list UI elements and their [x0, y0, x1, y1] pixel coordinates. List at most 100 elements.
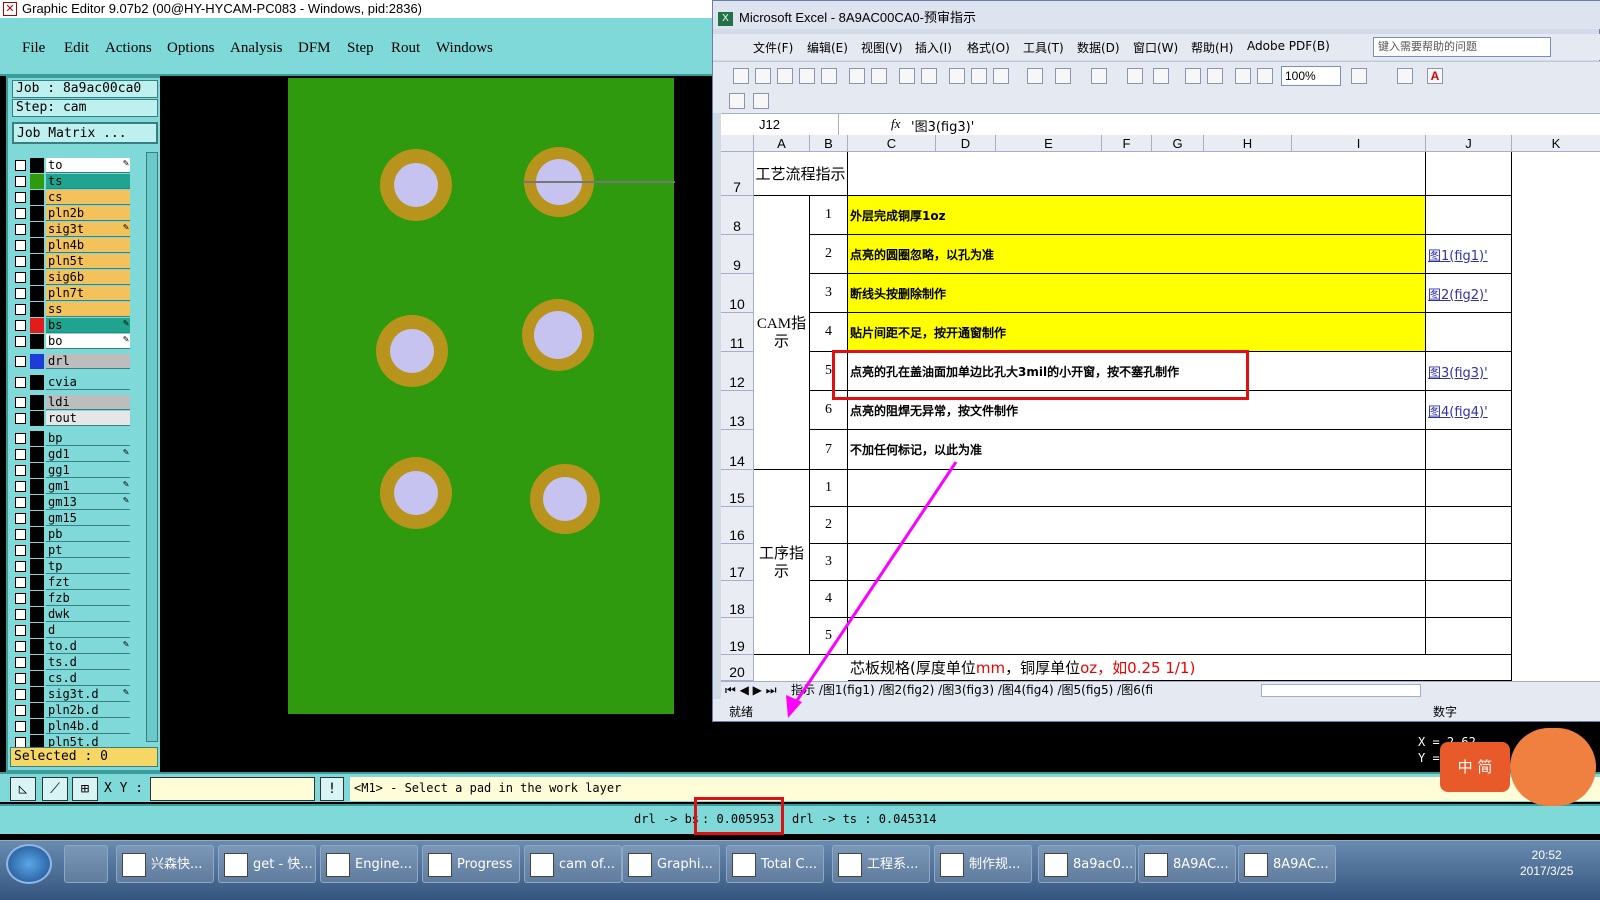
layer-name[interactable]: to — [46, 158, 130, 173]
copy-icon[interactable] — [971, 68, 987, 84]
menu-file[interactable]: File — [22, 40, 45, 57]
pad[interactable] — [522, 299, 594, 371]
layer-row[interactable]: rout — [12, 411, 132, 426]
help-search-input[interactable]: 键入需要帮助的问题 — [1373, 37, 1551, 57]
save-icon[interactable] — [777, 68, 793, 84]
layer-color-swatch[interactable] — [30, 190, 44, 205]
undo-icon[interactable] — [1055, 68, 1071, 84]
row-header[interactable]: 14 — [721, 430, 754, 470]
layer-row[interactable]: ss — [12, 302, 132, 317]
layer-color-swatch[interactable] — [30, 431, 44, 446]
layer-color-swatch[interactable] — [30, 559, 44, 574]
layer-row[interactable]: d — [12, 623, 132, 638]
preview-icon[interactable] — [871, 68, 887, 84]
font-color-icon[interactable]: A — [1427, 68, 1443, 84]
layer-color-swatch[interactable] — [30, 495, 44, 510]
hyperlink-icon[interactable] — [1127, 68, 1143, 84]
layer-name[interactable]: pt — [46, 543, 130, 558]
ime-widget[interactable]: 中 简 — [1436, 728, 1600, 808]
layer-checkbox[interactable] — [15, 449, 26, 460]
layer-color-swatch[interactable] — [30, 591, 44, 606]
row-header[interactable]: 9 — [721, 235, 754, 274]
job-matrix-button[interactable]: Job Matrix ... — [12, 122, 158, 144]
taskbar-item[interactable]: 兴森快... — [116, 845, 214, 883]
zoom-select[interactable]: 100% — [1281, 66, 1341, 86]
layer-checkbox[interactable] — [15, 577, 26, 588]
name-box[interactable]: J12 — [721, 114, 839, 135]
layer-row[interactable]: pt — [12, 543, 132, 558]
menu-window-cn[interactable]: 窗口(W) — [1133, 39, 1178, 56]
taskbar-item[interactable]: get - 快... — [218, 845, 316, 883]
col-header[interactable]: C — [848, 135, 936, 152]
cell[interactable] — [1426, 507, 1512, 544]
layer-checkbox[interactable] — [15, 288, 26, 299]
layer-checkbox[interactable] — [15, 705, 26, 716]
layer-name[interactable]: cs — [46, 190, 130, 205]
layer-row[interactable]: pln4b.d — [12, 719, 132, 734]
layer-scrollbar[interactable] — [146, 152, 158, 742]
layer-checkbox[interactable] — [15, 593, 26, 604]
layer-name[interactable]: bo — [46, 334, 130, 349]
layer-color-swatch[interactable] — [30, 607, 44, 622]
layer-color-swatch[interactable] — [30, 206, 44, 221]
layer-name[interactable]: to.d — [46, 639, 130, 654]
figure-link[interactable]: 图1(fig1)' — [1426, 235, 1512, 274]
print-icon[interactable] — [849, 68, 865, 84]
redo-icon[interactable] — [1091, 68, 1107, 84]
layer-name[interactable]: rout — [46, 411, 130, 426]
layer-name[interactable]: gm15 — [46, 511, 130, 526]
layer-checkbox[interactable] — [15, 224, 26, 235]
layer-checkbox[interactable] — [15, 721, 26, 732]
menu-options[interactable]: Options — [167, 40, 215, 57]
instruction-cell[interactable]: 贴片间距不足，按开通窗制作 — [848, 313, 1426, 352]
layer-checkbox[interactable] — [15, 356, 26, 367]
layer-name[interactable]: dwk — [46, 607, 130, 622]
col-header[interactable]: G — [1152, 135, 1204, 152]
layer-name[interactable]: sig3t.d — [46, 687, 130, 702]
layer-color-swatch[interactable] — [30, 575, 44, 590]
layer-row[interactable]: fzb — [12, 591, 132, 606]
tool-button[interactable]: ◺ — [10, 777, 36, 801]
layer-row[interactable]: fzt — [12, 575, 132, 590]
layer-checkbox[interactable] — [15, 192, 26, 203]
layer-row[interactable]: cs — [12, 190, 132, 205]
pad[interactable] — [380, 457, 452, 529]
pdf-email-icon[interactable] — [753, 93, 769, 109]
layer-row[interactable]: gd1 ✎ — [12, 447, 132, 462]
layer-checkbox[interactable] — [15, 320, 26, 331]
layer-row[interactable]: gm1 ✎ — [12, 479, 132, 494]
alert-button[interactable]: ! — [320, 777, 344, 801]
layer-color-swatch[interactable] — [30, 543, 44, 558]
layer-row[interactable]: ts.d — [12, 655, 132, 670]
layer-checkbox[interactable] — [15, 377, 26, 388]
item-number[interactable]: 3 — [810, 274, 848, 313]
layer-name[interactable]: pln7t — [46, 286, 130, 301]
layer-name[interactable]: sig3t — [46, 222, 130, 237]
row-header[interactable]: 19 — [721, 618, 754, 655]
col-header[interactable]: B — [810, 135, 848, 152]
layer-name[interactable]: fzb — [46, 591, 130, 606]
layer-row[interactable]: sig3t ✎ — [12, 222, 132, 237]
layer-color-swatch[interactable] — [30, 703, 44, 718]
chart-wizard-icon[interactable] — [1235, 68, 1251, 84]
layer-row[interactable]: drl — [12, 354, 132, 369]
layer-color-swatch[interactable] — [30, 639, 44, 654]
layer-name[interactable]: ldi — [46, 395, 130, 410]
row-header[interactable]: 11 — [721, 313, 754, 352]
autosum-icon[interactable] — [1153, 68, 1169, 84]
calculator-launcher[interactable] — [64, 845, 108, 883]
layer-color-swatch[interactable] — [30, 655, 44, 670]
layer-checkbox[interactable] — [15, 625, 26, 636]
figure-link[interactable]: 图4(fig4)' — [1426, 391, 1512, 430]
layer-checkbox[interactable] — [15, 336, 26, 347]
menu-rout[interactable]: Rout — [391, 40, 420, 57]
layer-color-swatch[interactable] — [30, 318, 44, 333]
layer-row[interactable]: gg1 — [12, 463, 132, 478]
layer-row[interactable]: pb — [12, 527, 132, 542]
layer-checkbox[interactable] — [15, 176, 26, 187]
format-painter-icon[interactable] — [1027, 68, 1043, 84]
help-icon[interactable] — [1351, 68, 1367, 84]
layer-name[interactable]: ts — [46, 174, 130, 189]
cell[interactable] — [1426, 152, 1512, 196]
layer-row[interactable]: pln7t — [12, 286, 132, 301]
